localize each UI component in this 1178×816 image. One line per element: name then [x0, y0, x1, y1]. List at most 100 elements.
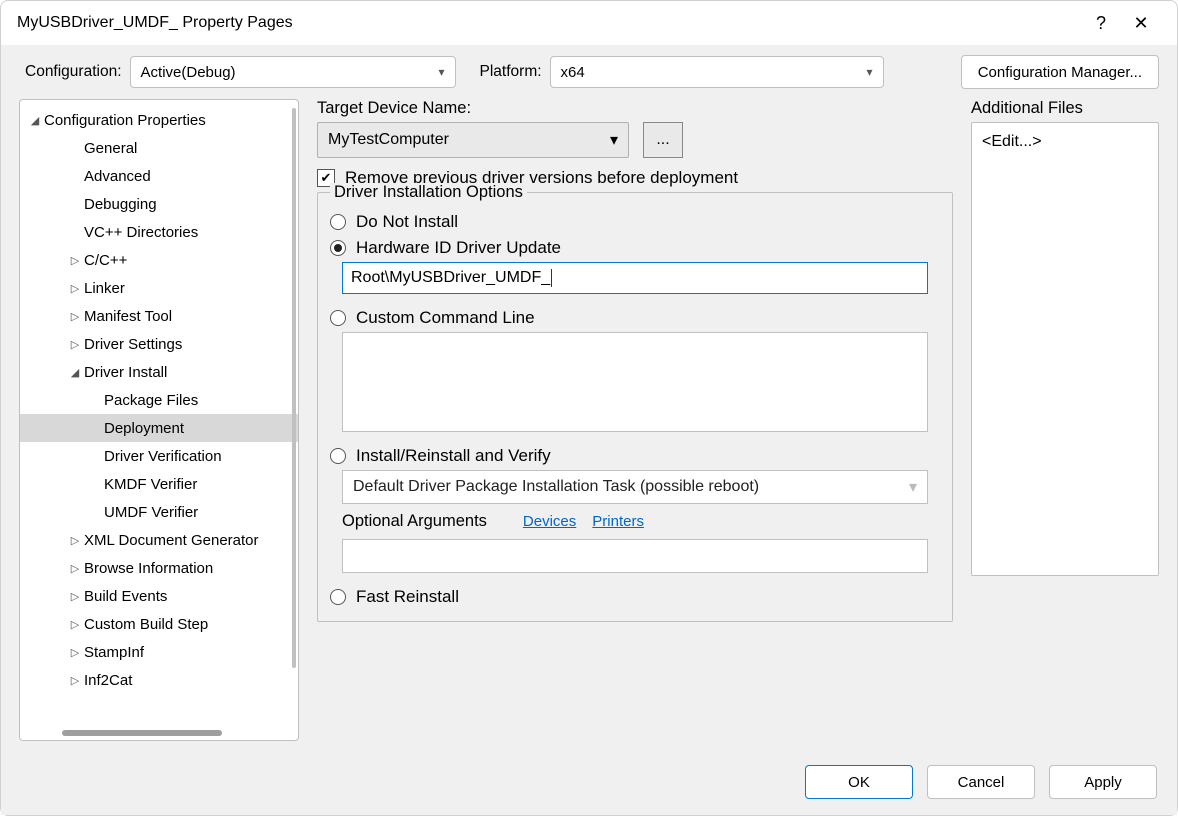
tree-item[interactable]: ▷Driver Settings — [20, 330, 298, 358]
tree-item-label: Linker — [84, 280, 125, 297]
radio-install-verify[interactable]: Install/Reinstall and Verify — [330, 446, 940, 466]
additional-files-list[interactable]: <Edit...> — [971, 122, 1159, 576]
topbar: Configuration: Active(Debug) ▾ Platform:… — [1, 45, 1177, 99]
chevron-down-icon: ▾ — [867, 65, 873, 79]
configuration-value: Active(Debug) — [141, 64, 236, 81]
tree-item-label: Advanced — [84, 168, 151, 185]
expand-icon: ▷ — [68, 562, 82, 575]
tree-item[interactable]: ◢Driver Install — [20, 358, 298, 386]
property-pages-dialog: MyUSBDriver_UMDF_ Property Pages ? ✕ Con… — [0, 0, 1178, 816]
install-task-combo[interactable]: Default Driver Package Installation Task… — [342, 470, 928, 504]
tree-item-label: Custom Build Step — [84, 616, 208, 633]
optional-arguments-input[interactable] — [342, 539, 928, 573]
tree-item-label: Browse Information — [84, 560, 213, 577]
chevron-down-icon: ▾ — [909, 477, 917, 497]
platform-combo[interactable]: x64 ▾ — [550, 56, 884, 88]
tree-item-label: General — [84, 140, 137, 157]
tree-item-label: Build Events — [84, 588, 167, 605]
radio-hardware-id[interactable]: Hardware ID Driver Update — [330, 238, 940, 258]
tree-item[interactable]: KMDF Verifier — [20, 470, 298, 498]
printers-link[interactable]: Printers — [592, 513, 644, 530]
properties-tree[interactable]: ◢ Configuration Properties General Advanc… — [19, 99, 299, 741]
collapse-icon: ◢ — [68, 366, 82, 379]
configuration-combo[interactable]: Active(Debug) ▾ — [130, 56, 456, 88]
driver-install-options-group: Driver Installation Options Do Not Insta… — [317, 192, 953, 622]
platform-label: Platform: — [480, 63, 542, 81]
devices-link[interactable]: Devices — [523, 513, 576, 530]
cancel-button[interactable]: Cancel — [927, 765, 1035, 799]
titlebar: MyUSBDriver_UMDF_ Property Pages ? ✕ — [1, 1, 1177, 45]
tree-item[interactable]: ▷C/C++ — [20, 246, 298, 274]
tree-root[interactable]: ◢ Configuration Properties — [20, 106, 298, 134]
tree-item[interactable]: ▷Inf2Cat — [20, 666, 298, 694]
radio-label: Hardware ID Driver Update — [356, 238, 561, 258]
install-task-value: Default Driver Package Installation Task… — [353, 478, 759, 496]
configuration-manager-button[interactable]: Configuration Manager... — [961, 55, 1159, 89]
additional-files-label: Additional Files — [971, 99, 1159, 118]
tree-item[interactable]: General — [20, 134, 298, 162]
tree-item[interactable]: ▷XML Document Generator — [20, 526, 298, 554]
expand-icon: ▷ — [68, 674, 82, 687]
help-button[interactable]: ? — [1081, 13, 1121, 34]
text-caret — [551, 269, 552, 287]
expand-icon: ▷ — [68, 254, 82, 267]
tree-item-label: UMDF Verifier — [104, 504, 198, 521]
radio-do-not-install[interactable]: Do Not Install — [330, 212, 940, 232]
hardware-id-input[interactable]: Root\MyUSBDriver_UMDF_ — [342, 262, 928, 294]
target-device-label: Target Device Name: — [317, 99, 953, 118]
tree-item[interactable]: Package Files — [20, 386, 298, 414]
radio-icon — [330, 589, 346, 605]
tree-item[interactable]: Deployment — [20, 414, 298, 442]
tree-item[interactable]: VC++ Directories — [20, 218, 298, 246]
tree-item[interactable]: UMDF Verifier — [20, 498, 298, 526]
radio-icon — [330, 448, 346, 464]
radio-custom-command[interactable]: Custom Command Line — [330, 308, 940, 328]
tree-item-label: Deployment — [104, 420, 184, 437]
radio-label: Fast Reinstall — [356, 587, 459, 607]
expand-icon: ▷ — [68, 534, 82, 547]
browse-device-button[interactable]: ... — [643, 122, 683, 158]
target-device-combo[interactable]: MyTestComputer ▾ — [317, 122, 629, 158]
edit-placeholder: <Edit...> — [982, 133, 1042, 150]
chevron-down-icon: ▾ — [610, 130, 618, 150]
tree-item[interactable]: Advanced — [20, 162, 298, 190]
radio-icon — [330, 240, 346, 256]
tree-item[interactable]: ▷Linker — [20, 274, 298, 302]
ok-button[interactable]: OK — [805, 765, 913, 799]
tree-item[interactable]: ▷StampInf — [20, 638, 298, 666]
apply-button[interactable]: Apply — [1049, 765, 1157, 799]
tree-item-label: XML Document Generator — [84, 532, 259, 549]
hscrollbar[interactable] — [62, 730, 222, 736]
optional-arguments-label: Optional Arguments — [342, 512, 487, 531]
additional-files-panel: Additional Files <Edit...> — [971, 99, 1159, 741]
tree-item[interactable]: ▷Build Events — [20, 582, 298, 610]
main-panel: Target Device Name: MyTestComputer ▾ ...… — [317, 99, 1159, 741]
custom-command-input[interactable] — [342, 332, 928, 432]
tree-item-label: Inf2Cat — [84, 672, 132, 689]
tree-item-label: Driver Verification — [104, 448, 222, 465]
tree-item-label: Manifest Tool — [84, 308, 172, 325]
close-button[interactable]: ✕ — [1121, 13, 1161, 34]
tree-item-label: VC++ Directories — [84, 224, 198, 241]
collapse-icon: ◢ — [28, 114, 42, 127]
tree-item-label: Debugging — [84, 196, 157, 213]
tree-item[interactable]: ▷Manifest Tool — [20, 302, 298, 330]
configuration-label: Configuration: — [25, 63, 122, 81]
radio-fast-reinstall[interactable]: Fast Reinstall — [330, 587, 940, 607]
expand-icon: ▷ — [68, 646, 82, 659]
radio-icon — [330, 310, 346, 326]
tree-item[interactable]: Debugging — [20, 190, 298, 218]
radio-icon — [330, 214, 346, 230]
tree-item[interactable]: ▷Browse Information — [20, 554, 298, 582]
hardware-id-value: Root\MyUSBDriver_UMDF_ — [351, 269, 550, 287]
tree-item[interactable]: Driver Verification — [20, 442, 298, 470]
dialog-title: MyUSBDriver_UMDF_ Property Pages — [17, 14, 293, 32]
expand-icon: ▷ — [68, 338, 82, 351]
tree-item[interactable]: ▷Custom Build Step — [20, 610, 298, 638]
tree-item-label: Driver Install — [84, 364, 167, 381]
vscrollbar[interactable] — [292, 108, 296, 668]
tree-item-label: C/C++ — [84, 252, 127, 269]
expand-icon: ▷ — [68, 590, 82, 603]
expand-icon: ▷ — [68, 282, 82, 295]
group-legend: Driver Installation Options — [330, 183, 527, 202]
